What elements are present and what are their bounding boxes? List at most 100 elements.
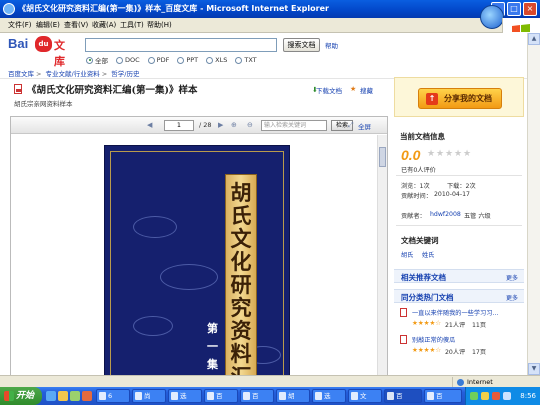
taskbar-item[interactable]: 文 xyxy=(348,389,382,403)
scroll-down-icon[interactable]: ▼ xyxy=(528,363,540,375)
taskbar-item-label: 选 xyxy=(324,392,331,400)
tray-volume-icon[interactable] xyxy=(503,392,511,400)
filter-ppt[interactable]: PPT xyxy=(177,55,198,65)
filter-label: TXT xyxy=(244,56,257,64)
zoom-out-icon[interactable]: ⊖ xyxy=(247,120,253,130)
tray-network-icon[interactable] xyxy=(470,392,478,400)
quicklaunch-folder-icon[interactable] xyxy=(58,391,68,401)
contributor-label: 贡献者： xyxy=(401,213,426,220)
viewer-canvas[interactable]: 胡 氏 文 化 研 究 资 料 汇 编 第 一 集 xyxy=(11,135,377,375)
taskbar-item[interactable]: 胡 xyxy=(276,389,310,403)
quicklaunch-app-icon[interactable] xyxy=(82,391,92,401)
radio-icon xyxy=(177,56,185,64)
next-page-icon[interactable]: ▶ xyxy=(218,120,223,130)
search-button[interactable]: 搜索文档 xyxy=(283,38,320,52)
taskbar-item-label: 尚 xyxy=(144,392,151,400)
filter-xls[interactable]: XLS xyxy=(206,55,227,65)
filter-all[interactable]: 全部 xyxy=(86,55,108,65)
zoom-in-icon[interactable]: ⊕ xyxy=(231,120,237,130)
related-heading[interactable]: 相关推荐文档 xyxy=(401,272,446,283)
taskbar-item[interactable]: 百 xyxy=(204,389,238,403)
star-icon[interactable]: ★ xyxy=(436,149,444,159)
tray-app-icon[interactable] xyxy=(481,392,489,400)
favorite-link[interactable]: 搜藏 xyxy=(360,85,373,95)
taskbar-item[interactable]: 选 xyxy=(312,389,346,403)
page-number-input[interactable]: 1 xyxy=(164,120,194,131)
taskbar-item-active[interactable]: 百 xyxy=(384,389,422,403)
search-input[interactable] xyxy=(85,38,277,52)
menu-help[interactable]: 帮助(H) xyxy=(147,20,172,31)
filter-txt[interactable]: TXT xyxy=(235,55,257,65)
hot-doc-count: 20人评 xyxy=(445,349,466,356)
upload-time-label: 贡献时间： xyxy=(401,193,432,200)
share-box: ↑ 分享我的文档 xyxy=(394,77,524,117)
hot-doc-title[interactable]: 一直以来伴随我的一些学习习... xyxy=(412,308,498,317)
menu-edit[interactable]: 编辑(E) xyxy=(36,20,60,31)
app-icon xyxy=(99,392,106,400)
logo-paw-icon: du xyxy=(35,36,52,52)
download-link[interactable]: 下载文档 xyxy=(316,85,342,95)
filter-pdf[interactable]: PDF xyxy=(147,55,169,65)
breadcrumb-item[interactable]: 专业文献/行业资料 xyxy=(46,70,100,78)
star-icon[interactable]: ★ xyxy=(427,149,435,159)
star-icon[interactable]: ★ xyxy=(454,149,462,159)
contributor-link[interactable]: hdwf2008 xyxy=(430,211,461,218)
quicklaunch-ie-icon[interactable] xyxy=(46,391,56,401)
taskbar: 开始 6 尚 选 百 百 胡 选 文 百 百 8:56 xyxy=(0,387,540,405)
fullscreen-icon[interactable]: ⤢ xyxy=(348,120,354,130)
more-link[interactable]: 更多 xyxy=(506,293,518,302)
filter-label: PPT xyxy=(186,56,199,64)
close-button[interactable]: × xyxy=(523,2,537,16)
document-search-input[interactable]: 输入检索关键词 xyxy=(261,120,327,131)
quicklaunch-app-icon[interactable] xyxy=(70,391,80,401)
taskbar-item[interactable]: 百 xyxy=(424,389,462,403)
scrollbar-thumb[interactable] xyxy=(379,147,386,167)
menu-bar: 文件(F) 编辑(E) 查看(V) 收藏(A) 工具(T) 帮助(H) xyxy=(0,18,540,33)
taskbar-item[interactable]: 选 xyxy=(168,389,202,403)
status-progress xyxy=(4,378,354,386)
globe-icon xyxy=(457,379,464,386)
document-viewer: ◀ 1 / 28 ▶ ⊕ ⊖ 输入检索关键词 检索 ⤢ 全屏 胡 氏 文 化 研… xyxy=(10,116,388,375)
hot-doc-stars: ★★★★☆ xyxy=(412,319,442,327)
start-button[interactable]: 开始 xyxy=(0,387,42,405)
filter-doc[interactable]: DOC xyxy=(116,55,140,65)
ie-icon xyxy=(427,392,434,400)
keyword-link[interactable]: 胡氏 xyxy=(401,250,413,259)
breadcrumb-item[interactable]: 哲学/历史 xyxy=(111,70,139,78)
fullscreen-link[interactable]: 全屏 xyxy=(358,121,371,131)
keyword-link[interactable]: 姓氏 xyxy=(422,250,434,259)
file-type-filter: 全部 DOC PDF PPT XLS TXT xyxy=(86,55,257,65)
taskbar-item-label: 6 xyxy=(108,392,113,400)
star-icon[interactable]: ★ xyxy=(445,149,453,159)
tray-app-icon[interactable] xyxy=(492,392,500,400)
maximize-button[interactable]: □ xyxy=(507,2,521,16)
taskbar-item[interactable]: 6 xyxy=(96,389,130,403)
menu-tools[interactable]: 工具(T) xyxy=(120,20,144,31)
scroll-up-icon[interactable]: ▲ xyxy=(528,33,540,45)
viewer-scrollbar[interactable] xyxy=(377,135,387,375)
share-document-button[interactable]: ↑ 分享我的文档 xyxy=(418,88,502,109)
app-icon xyxy=(171,392,178,400)
menu-favorites[interactable]: 收藏(A) xyxy=(92,20,116,31)
taskbar-item[interactable]: 百 xyxy=(240,389,274,403)
app-icon xyxy=(243,392,250,400)
clock[interactable]: 8:56 xyxy=(520,387,536,405)
browser-scrollbar[interactable]: ▲ ▼ xyxy=(527,33,540,375)
prev-page-icon[interactable]: ◀ xyxy=(147,120,152,130)
system-tray: 8:56 xyxy=(465,387,540,405)
help-link[interactable]: 帮助 xyxy=(325,40,338,50)
info-heading: 当前文档信息 xyxy=(400,132,445,141)
more-link[interactable]: 更多 xyxy=(506,273,518,282)
taskbar-item-label: 百 xyxy=(252,392,259,400)
star-icon[interactable]: ★ xyxy=(463,149,471,159)
cover-title-char: 汇 xyxy=(226,361,256,375)
taskbar-item[interactable]: 尚 xyxy=(132,389,166,403)
menu-file[interactable]: 文件(F) xyxy=(8,20,32,31)
menu-view[interactable]: 查看(V) xyxy=(64,20,88,31)
pdf-file-icon xyxy=(14,84,22,94)
breadcrumb-item[interactable]: 百度文库 xyxy=(8,70,34,78)
hot-doc-title[interactable]: 别敲正常的傻瓜 xyxy=(412,335,455,344)
security-zone: Internet xyxy=(452,377,534,387)
ie-icon xyxy=(3,3,15,15)
hot-heading[interactable]: 同分类热门文档 xyxy=(401,292,454,303)
